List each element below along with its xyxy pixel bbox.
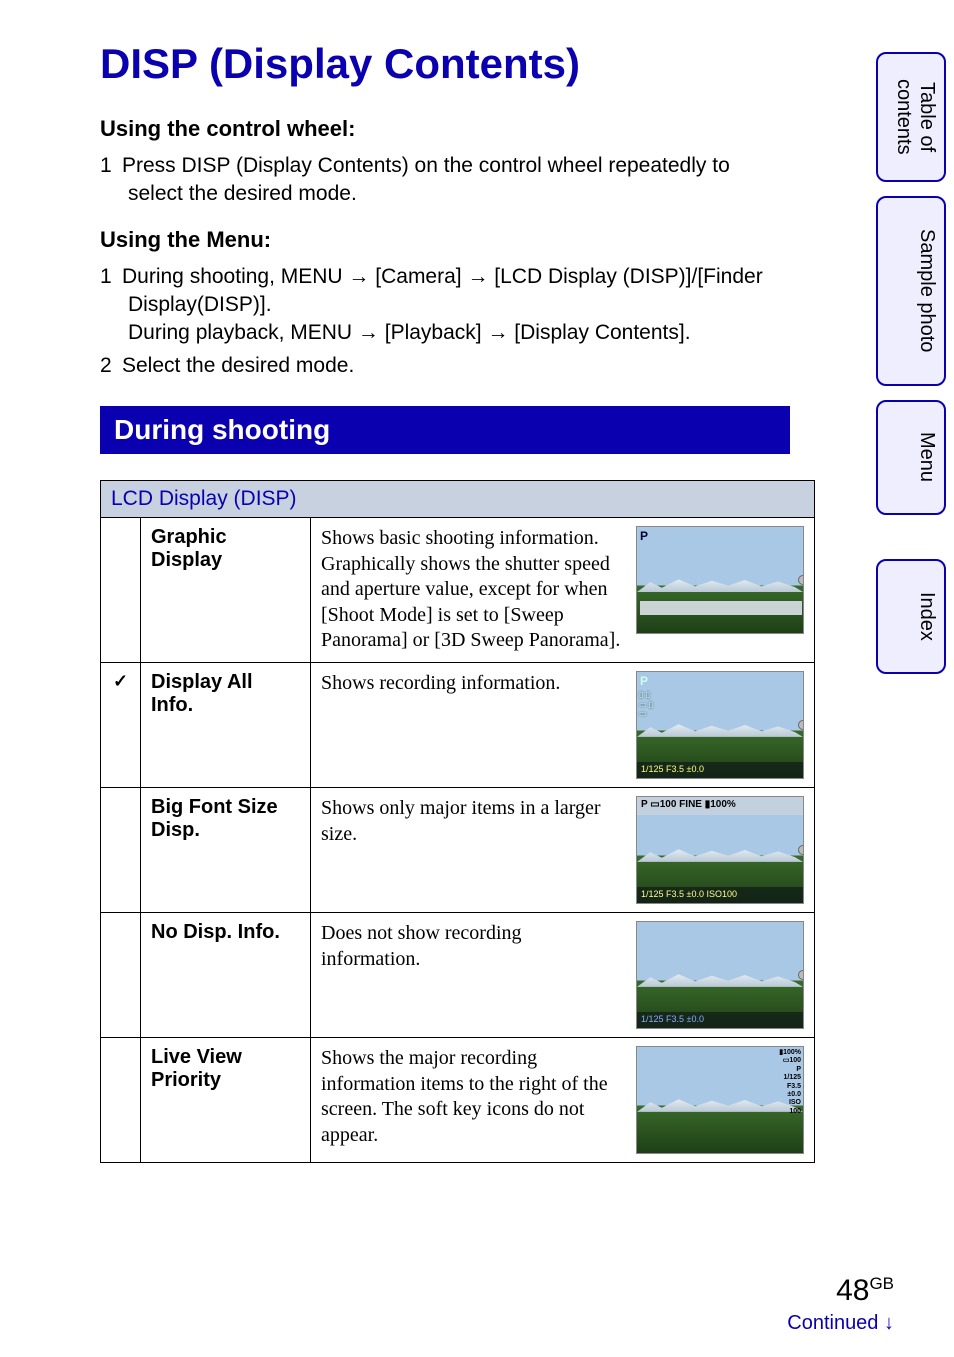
tab-contents[interactable]: Table of contents — [876, 52, 946, 182]
tab-index[interactable]: Index — [876, 559, 946, 674]
thumb-big-font: P ▭100 FINE ▮100% 1/125 F3.5 ±0.0 ISO100 — [636, 796, 804, 904]
table-row: Graphic Display Shows basic shooting inf… — [101, 518, 815, 663]
tab-sample-photo[interactable]: Sample photo — [876, 196, 946, 386]
step-menu-2: Select the desired mode. — [122, 354, 354, 377]
page-title: DISP (Display Contents) — [100, 40, 790, 88]
tab-menu[interactable]: Menu — [876, 400, 946, 515]
row-check — [101, 788, 141, 913]
table-row: Big Font Size Disp. Shows only major ite… — [101, 788, 815, 913]
row-check — [101, 1038, 141, 1163]
row-name: Display All Info. — [141, 663, 311, 788]
lcd-display-table: LCD Display (DISP) Graphic Display Shows… — [100, 480, 815, 1163]
row-desc: Shows the major recording information it… — [321, 1046, 624, 1148]
row-name: Live View Priority — [141, 1038, 311, 1163]
thumb-graphic-display: P — [636, 526, 804, 634]
row-desc: Does not show recording information. — [321, 921, 624, 972]
page-number: 48GB — [787, 1274, 894, 1308]
row-desc: Shows basic shooting information. Graphi… — [321, 526, 624, 654]
row-name: No Disp. Info. — [141, 913, 311, 1038]
steps-menu: 1During shooting, MENU → [Camera] → [LCD… — [100, 263, 790, 380]
step-wheel-1: Press DISP (Display Contents) on the con… — [122, 154, 730, 205]
table-title: LCD Display (DISP) — [101, 481, 815, 518]
table-row: No Disp. Info. Does not show recording i… — [101, 913, 815, 1038]
row-check — [101, 518, 141, 663]
row-name: Big Font Size Disp. — [141, 788, 311, 913]
continued-indicator: Continued ↓ — [787, 1312, 894, 1335]
row-name: Graphic Display — [141, 518, 311, 663]
row-desc: Shows recording information. — [321, 671, 624, 697]
thumb-live-view-priority: ▮100% ▭100 P 1/125 F3.5 ±0.0 ISO 100 — [636, 1046, 804, 1154]
thumb-no-disp: 1/125 F3.5 ±0.0 — [636, 921, 804, 1029]
thumb-display-all-info: P ▯ ▯▭ ▯▭ 1/125 F3.5 ±0.0 — [636, 671, 804, 779]
row-check: ✓ — [101, 663, 141, 788]
row-desc: Shows only major items in a larger size. — [321, 796, 624, 847]
table-row: ✓ Display All Info. Shows recording info… — [101, 663, 815, 788]
section-heading-shooting: During shooting — [100, 406, 790, 454]
table-row: Live View Priority Shows the major recor… — [101, 1038, 815, 1163]
subhead-wheel: Using the control wheel: — [100, 116, 790, 142]
step-menu-1: During shooting, MENU → [Camera] → [LCD … — [122, 265, 763, 345]
subhead-menu: Using the Menu: — [100, 227, 790, 253]
steps-wheel: 1Press DISP (Display Contents) on the co… — [100, 152, 790, 209]
row-check — [101, 913, 141, 1038]
